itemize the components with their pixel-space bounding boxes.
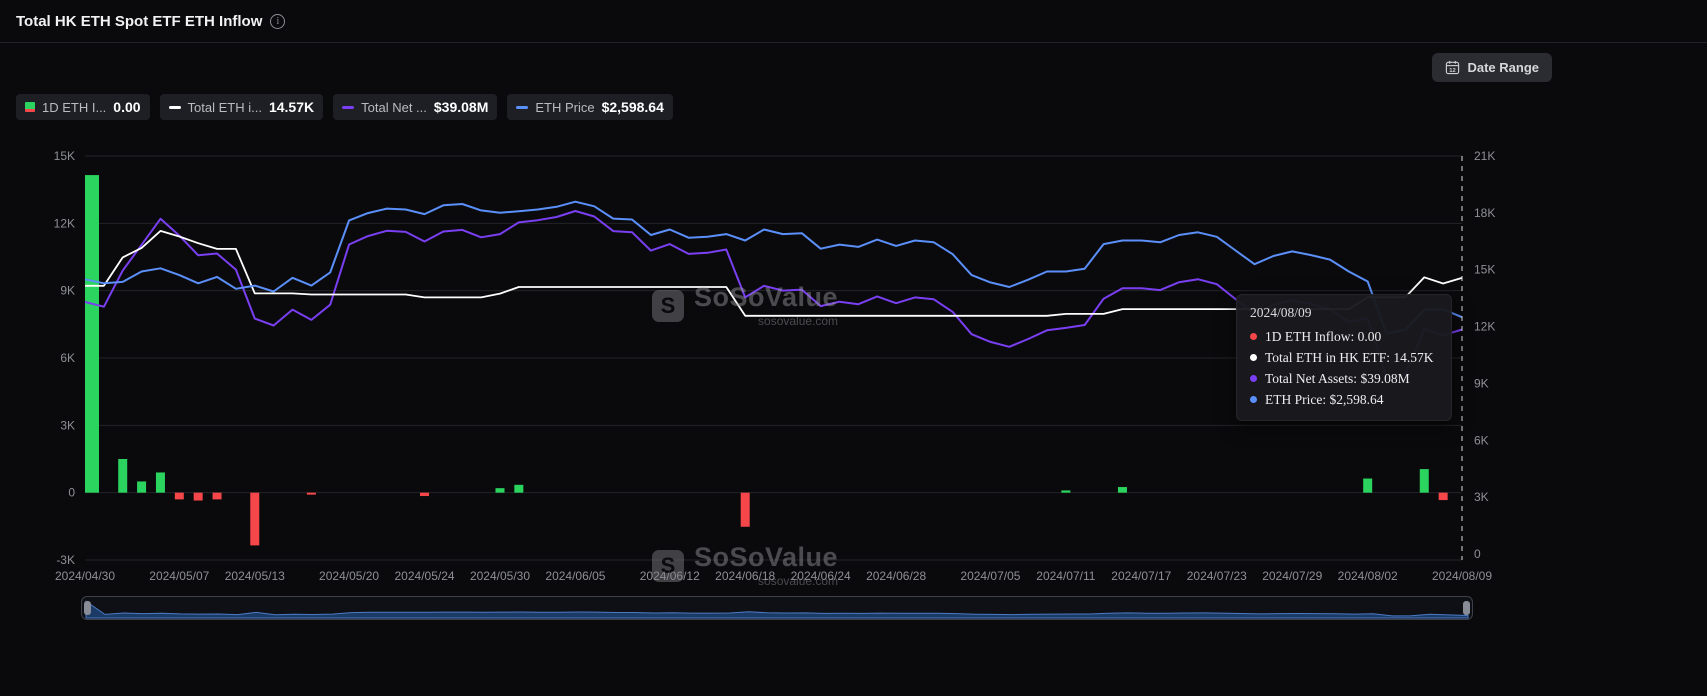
x-axis-tick: 2024/06/28 <box>866 569 926 583</box>
chart-area[interactable]: 15K 12K 9K 6K 3K 0 -3K 21K 18K 15K 12K 9K 6K 3K 0 2024/… <box>0 146 1568 592</box>
left-axis-tick: 6K <box>60 351 75 365</box>
purple-line-icon <box>342 106 354 109</box>
tooltip-row: 1D ETH Inflow: 0.00 <box>1250 326 1438 347</box>
legend-value: $39.08M <box>434 99 488 115</box>
net-assets-dot-icon <box>1250 375 1257 382</box>
left-axis-tick: 0 <box>68 486 75 500</box>
legend: 1D ETH I... 0.00 Total ETH i... 14.57K T… <box>16 94 1568 120</box>
inflow-dot-icon <box>1250 333 1257 340</box>
navigator-left-handle[interactable] <box>84 601 91 615</box>
right-axis-tick: 6K <box>1474 433 1489 447</box>
total-eth-dot-icon <box>1250 354 1257 361</box>
right-axis-tick: 15K <box>1474 263 1495 277</box>
x-axis-tick: 2024/07/11 <box>1036 569 1095 583</box>
white-line-icon <box>169 106 181 109</box>
legend-value: 0.00 <box>113 99 140 115</box>
left-axis-tick: 12K <box>54 216 75 230</box>
blue-line-icon <box>516 106 528 109</box>
left-axis-tick: 9K <box>60 284 75 298</box>
legend-item-total-eth[interactable]: Total ETH i... 14.57K <box>160 94 324 120</box>
x-axis-tick: 2024/05/13 <box>225 569 285 583</box>
legend-label: Total ETH i... <box>188 100 262 115</box>
x-axis-tick: 2024/05/30 <box>470 569 530 583</box>
page-title: Total HK ETH Spot ETF ETH Inflow <box>16 13 262 30</box>
legend-value: 14.57K <box>269 99 314 115</box>
right-axis-tick: 21K <box>1474 149 1495 163</box>
x-axis-tick: 2024/05/24 <box>395 569 455 583</box>
x-axis-tick: 2024/05/20 <box>319 569 379 583</box>
chart-panel: 12 Date Range 1D ETH I... 0.00 Total ETH… <box>0 43 1568 620</box>
legend-label: Total Net ... <box>361 100 427 115</box>
x-axis-tick: 2024/06/18 <box>715 569 775 583</box>
x-axis-tick: 2024/07/17 <box>1111 569 1171 583</box>
left-axis-tick: -3K <box>56 553 75 567</box>
toolbar: 12 Date Range <box>0 43 1568 82</box>
x-axis-tick: 2024/08/02 <box>1338 569 1398 583</box>
bar-series-icon <box>25 102 35 112</box>
legend-label: ETH Price <box>535 100 594 115</box>
legend-item-eth-price[interactable]: ETH Price $2,598.64 <box>507 94 673 120</box>
legend-label: 1D ETH I... <box>42 100 106 115</box>
right-axis-tick: 3K <box>1474 490 1489 504</box>
x-axis-tick: 2024/08/09 <box>1432 569 1492 583</box>
tooltip-row: Total Net Assets: $39.08M <box>1250 368 1438 389</box>
right-axis-tick: 12K <box>1474 320 1495 334</box>
tooltip-row: ETH Price: $2,598.64 <box>1250 389 1438 410</box>
x-axis-tick: 2024/07/05 <box>960 569 1020 583</box>
right-axis-tick: 0 <box>1474 547 1481 561</box>
range-navigator[interactable] <box>81 596 1473 620</box>
calendar-icon: 12 <box>1445 60 1460 75</box>
x-axis-tick: 2024/06/24 <box>791 569 851 583</box>
x-axis-tick: 2024/06/05 <box>545 569 605 583</box>
legend-value: $2,598.64 <box>602 99 664 115</box>
chart-tooltip: 2024/08/09 1D ETH Inflow: 0.00 Total ETH… <box>1236 294 1452 421</box>
tooltip-date: 2024/08/09 <box>1250 305 1438 321</box>
x-axis-tick: 2024/05/07 <box>149 569 209 583</box>
x-axis-tick: 2024/07/23 <box>1187 569 1247 583</box>
svg-text:12: 12 <box>1450 68 1456 74</box>
tooltip-row: Total ETH in HK ETF: 14.57K <box>1250 347 1438 368</box>
legend-item-total-net-assets[interactable]: Total Net ... $39.08M <box>333 94 497 120</box>
info-icon[interactable]: i <box>270 14 285 29</box>
legend-item-1d-eth-inflow[interactable]: 1D ETH I... 0.00 <box>16 94 150 120</box>
x-axis-tick: 2024/07/29 <box>1262 569 1322 583</box>
date-range-button[interactable]: 12 Date Range <box>1432 53 1552 82</box>
price-dot-icon <box>1250 396 1257 403</box>
navigator-area <box>86 601 1468 618</box>
x-axis-tick: 2024/04/30 <box>55 569 115 583</box>
page-header: Total HK ETH Spot ETF ETH Inflow i <box>0 0 1707 43</box>
right-axis-tick: 18K <box>1474 206 1495 220</box>
x-axis-tick: 2024/06/12 <box>640 569 700 583</box>
left-axis-tick: 15K <box>54 149 75 163</box>
date-range-label: Date Range <box>1467 60 1539 75</box>
navigator-chart-svg <box>82 597 1472 619</box>
right-axis-tick: 9K <box>1474 376 1489 390</box>
navigator-right-handle[interactable] <box>1463 601 1470 615</box>
left-axis-tick: 3K <box>60 418 75 432</box>
